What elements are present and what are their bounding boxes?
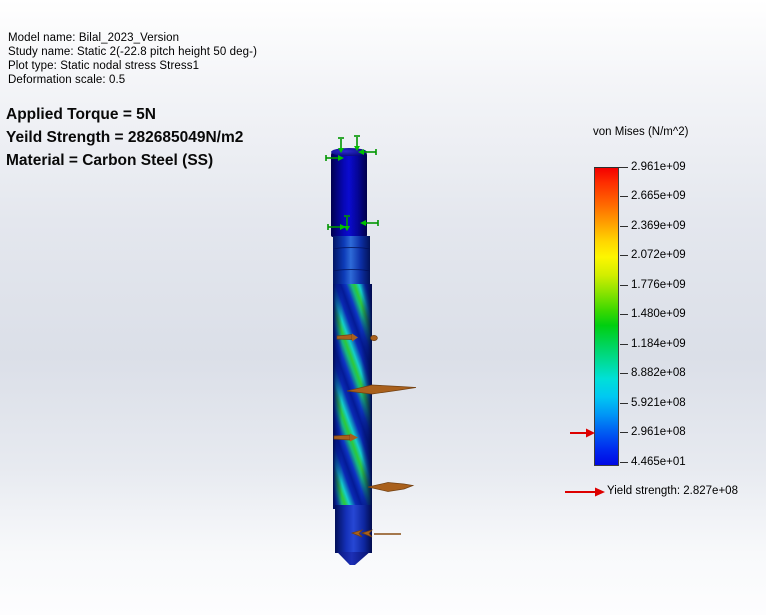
legend-value: 2.961e+08 bbox=[620, 426, 709, 438]
graphics-viewport[interactable]: Model name: Bilal_2023_Version Study nam… bbox=[0, 0, 766, 615]
legend-value: 2.665e+09 bbox=[620, 190, 709, 202]
yield-arrow-icon bbox=[565, 487, 605, 497]
legend-title: von Mises (N/m^2) bbox=[593, 126, 689, 138]
legend-value: 2.369e+09 bbox=[620, 220, 709, 232]
legend-value: 8.882e+08 bbox=[620, 367, 709, 379]
legend-value: 1.480e+09 bbox=[620, 308, 709, 320]
legend-pointer-icon bbox=[570, 428, 595, 438]
legend-value: 1.776e+09 bbox=[620, 279, 709, 291]
fixture-icon bbox=[325, 135, 377, 161]
fixture-icon bbox=[327, 215, 379, 231]
legend-value: 4.465e+01 bbox=[620, 456, 709, 468]
legend-value: 5.921e+08 bbox=[620, 397, 709, 409]
model-symbols-layer bbox=[325, 135, 417, 538]
legend-value: 2.961e+09 bbox=[594, 161, 709, 173]
legend-value: 2.072e+09 bbox=[620, 249, 709, 261]
torque-arrow-icon bbox=[333, 333, 417, 538]
legend-value: 1.184e+09 bbox=[620, 338, 709, 350]
yield-strength-annotation: Yield strength: 2.827e+08 bbox=[607, 485, 738, 497]
stress-colorbar[interactable] bbox=[594, 167, 619, 466]
